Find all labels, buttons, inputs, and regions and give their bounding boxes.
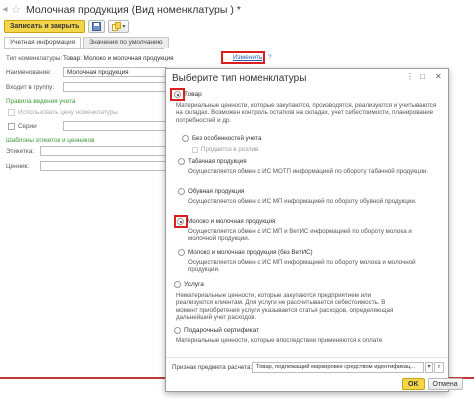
radio-tobacco[interactable] xyxy=(178,158,185,165)
option-gift-cert[interactable]: Подарочный сертификат xyxy=(174,327,259,334)
cancel-button[interactable]: Отмена xyxy=(427,378,463,390)
option-draft: Продается в розлив xyxy=(192,146,258,153)
back-arrow-icon[interactable]: ◂ xyxy=(0,4,10,16)
option-no-features-label: Без особенностей учета xyxy=(192,135,262,142)
group-input[interactable] xyxy=(63,82,167,92)
close-icon[interactable]: ✕ xyxy=(435,72,442,81)
option-tobacco[interactable]: Табачная продукция xyxy=(178,158,247,165)
option-service-desc: Нематериальные ценности, которые закупаю… xyxy=(176,292,394,321)
option-goods-desc: Материальные ценности, которые закупаютс… xyxy=(176,102,437,124)
maximize-icon[interactable]: □ xyxy=(420,72,425,81)
help-icon[interactable]: ? xyxy=(268,54,272,61)
draft-checkbox xyxy=(192,146,198,153)
copy-icon xyxy=(112,21,122,31)
save-and-close-button[interactable]: Записать и закрыть xyxy=(4,19,86,33)
radio-shoes[interactable] xyxy=(178,188,185,195)
type-label: Тип номенклатуры: xyxy=(6,55,63,62)
chevron-down-icon: ▾ xyxy=(122,23,126,30)
templates-header: Шаблоны этикеток и ценников xyxy=(6,137,95,144)
radio-gift-cert[interactable] xyxy=(174,327,181,334)
option-gift-cert-label: Подарочный сертификат xyxy=(184,327,260,334)
name-input[interactable]: Молочная продукция xyxy=(63,67,167,77)
dialog-title: Выберите тип номенклатуры xyxy=(172,73,307,84)
save-button[interactable] xyxy=(88,19,106,33)
use-price-checkbox xyxy=(8,109,15,116)
price-tag-input[interactable] xyxy=(40,161,167,171)
toolbar: Записать и закрыть ▾ xyxy=(4,19,130,33)
group-label: Входит в группу: xyxy=(6,84,55,91)
label-template-input[interactable] xyxy=(40,146,167,156)
option-goods-label: Товар xyxy=(184,91,202,98)
search-icon[interactable]: ⌕ xyxy=(434,362,444,373)
price-tag-label: Ценник: xyxy=(6,163,30,170)
option-milk-no-vetis-label: Молоко и молочная продукция (без ВетИС) xyxy=(188,249,313,256)
option-service-label: Услуга xyxy=(184,281,204,288)
option-milk-no-vetis-desc: Осуществляется обмен с ИС МП информацией… xyxy=(188,259,416,274)
option-tobacco-desc: Осуществляется обмен с ИС МОТП информаци… xyxy=(188,168,429,175)
tab-defaults[interactable]: Значения по умолчанию xyxy=(83,37,169,48)
tab-divider xyxy=(4,48,164,49)
option-shoes-desc: Осуществляется обмен с ИС МП информацией… xyxy=(188,198,417,205)
option-shoes[interactable]: Обувная продукция xyxy=(178,188,244,195)
type-value: Товар: Молоко и молочная продукция xyxy=(63,55,174,62)
option-no-features[interactable]: Без особенностей учета xyxy=(182,135,261,142)
radio-milk-no-vetis[interactable] xyxy=(178,249,185,256)
option-milk-no-vetis[interactable]: Молоко и молочная продукция (без ВетИС) xyxy=(178,249,313,256)
radio-no-features[interactable] xyxy=(182,135,189,142)
window-title-bar: ◂ ☆ Молочная продукция (Вид номенклатуры… xyxy=(0,0,474,20)
window-title: Молочная продукция (Вид номенклатуры ) * xyxy=(26,4,241,16)
sign-input[interactable]: Товар, подлежащий маркировке средством и… xyxy=(252,362,424,373)
chevron-down-icon[interactable]: ▾ xyxy=(425,362,433,373)
series-input[interactable] xyxy=(63,121,167,131)
tab-accounting-info[interactable]: Учетная информация xyxy=(4,37,82,48)
radio-goods[interactable] xyxy=(174,91,181,98)
ok-button[interactable]: OK xyxy=(402,378,425,390)
option-service[interactable]: Услуга xyxy=(174,281,204,288)
option-shoes-label: Обувная продукция xyxy=(188,188,245,195)
series-label: Серии xyxy=(18,123,37,130)
option-goods[interactable]: Товар xyxy=(174,91,202,98)
option-tobacco-label: Табачная продукция xyxy=(188,158,247,165)
sign-label: Признак предмета расчета: xyxy=(172,364,253,371)
radio-milk[interactable] xyxy=(177,218,184,225)
option-draft-label: Продается в розлив xyxy=(201,146,259,153)
option-milk[interactable]: Молоко и молочная продукция xyxy=(177,218,275,225)
radio-service[interactable] xyxy=(174,281,181,288)
dialog-divider xyxy=(166,357,448,358)
copy-menu-button[interactable]: ▾ xyxy=(108,19,130,33)
change-link[interactable]: Изменить xyxy=(233,54,262,61)
label-template-label: Этикетка: xyxy=(6,148,35,155)
more-icon[interactable]: ⋮ xyxy=(406,72,414,81)
use-price-label: Использовать цену номенклатуры xyxy=(18,109,118,116)
save-icon xyxy=(92,21,102,31)
tab-bar: Учетная информация Значения по умолчанию xyxy=(4,37,169,48)
option-milk-label: Молоко и молочная продукция xyxy=(187,218,276,225)
star-icon[interactable]: ☆ xyxy=(10,4,22,16)
option-gift-cert-desc: Материальные ценности, которые впоследст… xyxy=(176,337,383,344)
series-checkbox[interactable] xyxy=(8,123,15,130)
rules-header: Правила ведения учета xyxy=(6,98,76,105)
option-milk-desc: Осуществляется обмен с ИС МП и ВетИС инф… xyxy=(188,228,412,243)
name-label: Наименование: xyxy=(6,69,52,76)
dialog-buttons: OK Отмена xyxy=(402,378,463,390)
select-type-dialog: Выберите тип номенклатуры ⋮ □ ✕ Товар Ма… xyxy=(165,68,463,392)
